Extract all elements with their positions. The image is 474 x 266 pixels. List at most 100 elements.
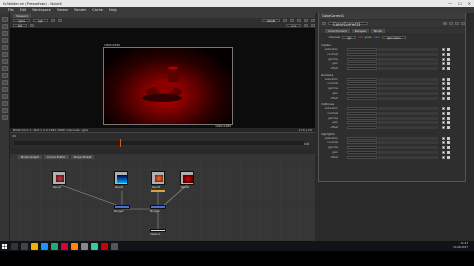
midtones-gamma-picker-icon[interactable]	[447, 116, 450, 120]
highlights-gain-picker-icon[interactable]	[447, 150, 450, 154]
shadows-offset-color-icon[interactable]	[442, 96, 445, 100]
midtones-gain-picker-icon[interactable]	[447, 121, 450, 125]
wipe-icon[interactable]	[283, 18, 287, 23]
highlights-offset-picker-icon[interactable]	[447, 155, 450, 159]
green-checkbox[interactable]: green	[365, 36, 373, 39]
time-tool-icon[interactable]	[2, 31, 8, 36]
search-icon[interactable]	[11, 242, 18, 250]
node-read4[interactable]	[180, 171, 194, 185]
timeline-scrubber[interactable]	[14, 141, 304, 145]
keyer-tool-icon[interactable]	[2, 59, 8, 64]
highlights-contrast-color-icon[interactable]	[442, 141, 445, 145]
filter-tool-icon[interactable]	[2, 52, 8, 57]
firefox-icon[interactable]	[71, 242, 78, 250]
master-saturation-picker-icon[interactable]	[447, 48, 450, 51]
highlights-contrast-slider[interactable]	[378, 141, 438, 145]
shadows-gamma-field[interactable]	[347, 87, 377, 91]
master-saturation-field[interactable]	[347, 48, 377, 51]
midtones-gamma-slider[interactable]	[378, 116, 438, 120]
shadows-saturation-color-icon[interactable]	[442, 77, 445, 81]
shadows-gamma-color-icon[interactable]	[442, 87, 445, 91]
node-graph-canvas[interactable]: Read1 Read2 Read3 Read4 Merge1 Merge2 Vi…	[10, 159, 315, 241]
close-panel-icon[interactable]	[461, 21, 465, 26]
tab-dope-sheet[interactable]: Dope Sheet	[70, 154, 95, 159]
midtones-contrast-picker-icon[interactable]	[447, 111, 450, 115]
merge-tool-icon[interactable]	[2, 66, 8, 71]
image-tool-icon[interactable]	[2, 17, 8, 22]
highlights-contrast-field[interactable]	[347, 141, 377, 145]
input-a-icon[interactable]	[50, 18, 55, 23]
pause-icon[interactable]	[304, 18, 308, 23]
nuke-icon[interactable]	[101, 242, 108, 250]
highlights-saturation-slider[interactable]	[378, 136, 438, 140]
menu-render[interactable]: Render	[74, 8, 86, 12]
midtones-contrast-field[interactable]	[347, 111, 377, 115]
3d-tool-icon[interactable]	[2, 80, 8, 85]
shadows-gain-picker-icon[interactable]	[447, 91, 450, 95]
proxy-icon[interactable]	[304, 23, 308, 28]
midtones-contrast-color-icon[interactable]	[442, 111, 445, 115]
menu-file[interactable]: File	[8, 8, 14, 12]
shadows-gain-color-icon[interactable]	[442, 91, 445, 95]
midtones-offset-picker-icon[interactable]	[447, 126, 450, 130]
channels-dropdown[interactable]: rgba	[13, 18, 30, 22]
master-contrast-slider[interactable]	[378, 52, 438, 56]
shadows-gain-slider[interactable]	[378, 91, 438, 95]
channel-tool-icon[interactable]	[2, 38, 8, 43]
minimize-button[interactable]: —	[448, 1, 452, 6]
master-gamma-picker-icon[interactable]	[447, 57, 450, 61]
viewer-image-frame[interactable]: 1920x1080	[103, 47, 233, 128]
shadows-contrast-color-icon[interactable]	[442, 82, 445, 86]
shadows-saturation-slider[interactable]	[378, 77, 438, 81]
master-gamma-field[interactable]	[347, 57, 377, 61]
settings-icon[interactable]	[81, 242, 88, 250]
master-offset-picker-icon[interactable]	[447, 67, 450, 71]
app-icon[interactable]	[61, 242, 68, 250]
node-viewer1[interactable]	[150, 229, 166, 232]
midtones-saturation-color-icon[interactable]	[442, 107, 445, 110]
midtones-gain-slider[interactable]	[378, 121, 438, 125]
highlights-gamma-color-icon[interactable]	[442, 146, 445, 150]
shadows-saturation-picker-icon[interactable]	[447, 77, 450, 81]
gain-icon[interactable]	[29, 23, 34, 28]
shadows-offset-picker-icon[interactable]	[447, 96, 450, 100]
master-offset-color-icon[interactable]	[442, 67, 445, 71]
highlights-offset-color-icon[interactable]	[442, 155, 445, 159]
views-tool-icon[interactable]	[2, 87, 8, 92]
midtones-offset-field[interactable]	[347, 126, 377, 130]
node-read3[interactable]	[151, 171, 165, 185]
node-name-field-icon[interactable]	[322, 21, 326, 26]
playhead-marker[interactable]	[120, 139, 121, 147]
spotify-icon[interactable]	[91, 242, 98, 250]
red-checkbox[interactable]: red	[358, 36, 362, 39]
zoom-dropdown[interactable]: 1:1	[286, 23, 301, 27]
master-contrast-field[interactable]	[347, 52, 377, 56]
section-midtones[interactable]: midtones	[321, 102, 334, 106]
shadows-contrast-field[interactable]	[347, 82, 377, 86]
master-saturation-slider[interactable]	[378, 48, 438, 51]
highlights-contrast-picker-icon[interactable]	[447, 141, 450, 145]
fps-field[interactable]: 24	[12, 134, 16, 138]
highlights-gamma-field[interactable]	[347, 146, 377, 150]
display-dropdown[interactable]: sRGB	[261, 18, 280, 22]
master-gain-field[interactable]	[347, 62, 377, 66]
midtones-gamma-field[interactable]	[347, 116, 377, 120]
highlights-offset-slider[interactable]	[378, 155, 438, 159]
midtones-saturation-slider[interactable]	[378, 107, 438, 110]
fstop-field[interactable]: f/8	[13, 23, 27, 27]
midtones-saturation-picker-icon[interactable]	[447, 107, 450, 110]
misc-app-icon[interactable]	[111, 242, 118, 250]
shadows-gain-field[interactable]	[347, 91, 377, 95]
color-tool-icon[interactable]	[2, 45, 8, 50]
windows-start-icon[interactable]	[0, 241, 8, 251]
float-panel-icon[interactable]	[455, 21, 459, 26]
menu-cache[interactable]: Cache	[92, 8, 103, 12]
midtones-saturation-field[interactable]	[347, 107, 377, 110]
highlights-gain-field[interactable]	[347, 150, 377, 154]
node-name-field[interactable]: ColorCorrect1	[328, 21, 368, 26]
3d-view-icon[interactable]	[311, 23, 315, 28]
master-gain-slider[interactable]	[378, 62, 438, 66]
master-saturation-color-icon[interactable]	[442, 48, 445, 51]
highlights-saturation-field[interactable]	[347, 136, 377, 140]
midtones-contrast-slider[interactable]	[378, 111, 438, 115]
